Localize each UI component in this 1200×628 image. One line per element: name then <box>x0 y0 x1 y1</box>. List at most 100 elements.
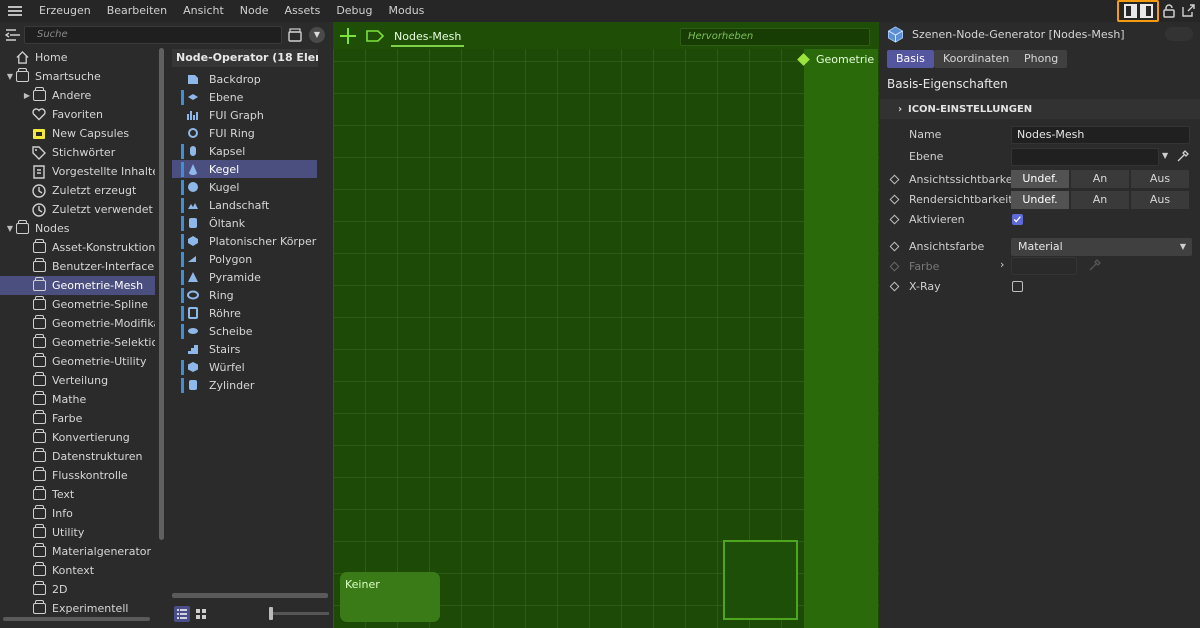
layer-field[interactable] <box>1011 148 1159 166</box>
tree-item-stichwörter[interactable]: Stichwörter <box>0 143 155 162</box>
list-view-button[interactable] <box>174 606 190 622</box>
operator-item-backdrop[interactable]: Backdrop <box>172 70 317 88</box>
hamburger-menu-icon[interactable] <box>8 6 22 16</box>
tree-item-utility[interactable]: Utility <box>0 523 155 542</box>
tree-item-geometrie-utility[interactable]: Geometrie-Utility <box>0 352 155 371</box>
expand-arrow-icon[interactable]: ▼ <box>5 224 15 233</box>
view-visibility-option-aus[interactable]: Aus <box>1131 170 1190 188</box>
operator-scrollbar[interactable] <box>172 593 328 598</box>
operator-item-kegel[interactable]: Kegel <box>172 160 317 178</box>
tree-item-2d[interactable]: 2D <box>0 580 155 599</box>
tree-horizontal-scrollbar[interactable] <box>3 617 150 621</box>
dropdown-chevron-icon[interactable]: ▼ <box>309 27 325 43</box>
tree-item-zuletzt-erzeugt[interactable]: Zuletzt erzeugt <box>0 181 155 200</box>
box-icon <box>32 334 46 349</box>
tab-nodes-mesh[interactable]: Nodes-Mesh <box>391 27 465 47</box>
color-expand-icon[interactable]: › <box>1000 258 1004 271</box>
highlight-input[interactable]: Hervorheben <box>680 28 870 46</box>
add-node-icon[interactable] <box>339 27 357 45</box>
tree-item-verteilung[interactable]: Verteilung <box>0 371 155 390</box>
tree-scrollbar[interactable] <box>159 48 164 540</box>
menu-item-debug[interactable]: Debug <box>328 0 380 22</box>
icon-size-slider[interactable] <box>271 612 329 615</box>
menu-item-erzeugen[interactable]: Erzeugen <box>31 0 99 22</box>
node-canvas[interactable] <box>333 22 879 628</box>
operator-item-fui-ring[interactable]: FUI Ring <box>172 124 317 142</box>
expand-arrow-icon[interactable]: ▼ <box>5 72 15 81</box>
empty-node[interactable]: Keiner <box>340 572 440 622</box>
tree-item-mathe[interactable]: Mathe <box>0 390 155 409</box>
activate-checkbox[interactable] <box>1012 214 1023 225</box>
tree-item-asset-konstruktion[interactable]: Asset-Konstruktion <box>0 238 155 257</box>
tree-item-favoriten[interactable]: Favoriten <box>0 105 155 124</box>
icon-settings-group[interactable]: › ICON-EINSTELLUNGEN <box>880 99 1200 119</box>
tree-item-smartsuche[interactable]: ▼ Smartsuche <box>0 67 155 86</box>
tree-item-kontext[interactable]: Kontext <box>0 561 155 580</box>
layout-toggle-button[interactable] <box>1117 0 1159 22</box>
operator-item-stairs[interactable]: Stairs <box>172 340 317 358</box>
tab-phong[interactable]: Phong <box>1015 50 1068 68</box>
tree-item-vorgestellte-inhalte[interactable]: Vorgestellte Inhalte <box>0 162 155 181</box>
operator-item-platonischer-körper[interactable]: Platonischer Körper <box>172 232 317 250</box>
tree-item-flusskontrolle[interactable]: Flusskontrolle <box>0 466 155 485</box>
operator-item-scheibe[interactable]: Scheibe <box>172 322 317 340</box>
tree-item-farbe[interactable]: Farbe <box>0 409 155 428</box>
operator-item-fui-graph[interactable]: FUI Graph <box>172 106 317 124</box>
operator-item-öltank[interactable]: Öltank <box>172 214 317 232</box>
tree-item-zuletzt-verwendet[interactable]: Zuletzt verwendet <box>0 200 155 219</box>
tree-item-geometrie-mesh[interactable]: Geometrie-Mesh <box>0 276 155 295</box>
view-visibility-option-undef[interactable]: Undef. <box>1011 170 1070 188</box>
operator-item-würfel[interactable]: Würfel <box>172 358 317 376</box>
menu-item-bearbeiten[interactable]: Bearbeiten <box>99 0 175 22</box>
layer-dropdown-icon[interactable]: ▼ <box>1162 151 1168 160</box>
tree-item-experimentell[interactable]: Experimentell <box>0 599 155 618</box>
options-pill[interactable] <box>1165 27 1193 41</box>
tree-item-konvertierung[interactable]: Konvertierung <box>0 428 155 447</box>
name-field[interactable]: Nodes-Mesh <box>1011 126 1190 144</box>
tree-item-geometrie-modifikatoren[interactable]: Geometrie-Modifikatoren <box>0 314 155 333</box>
tree-item-new-capsules[interactable]: New Capsules <box>0 124 155 143</box>
menu-item-assets[interactable]: Assets <box>277 0 329 22</box>
tree-item-home[interactable]: Home <box>0 48 155 67</box>
menu-item-modus[interactable]: Modus <box>381 0 433 22</box>
collapse-panel-icon[interactable] <box>5 28 21 42</box>
operator-item-pyramide[interactable]: Pyramide <box>172 268 317 286</box>
tree-item-andere[interactable]: ▶ Andere <box>0 86 155 105</box>
tab-basis[interactable]: Basis <box>887 50 934 68</box>
xray-checkbox[interactable] <box>1012 281 1023 292</box>
tag-icon[interactable] <box>366 30 384 42</box>
operator-item-polygon[interactable]: Polygon <box>172 250 317 268</box>
icon-size-slider-knob[interactable] <box>269 607 273 620</box>
grid-view-button[interactable] <box>193 606 209 622</box>
lock-icon[interactable] <box>1163 4 1175 18</box>
operator-item-kugel[interactable]: Kugel <box>172 178 317 196</box>
operator-item-ring[interactable]: Ring <box>172 286 317 304</box>
operator-item-zylinder[interactable]: Zylinder <box>172 376 317 394</box>
tree-item-geometrie-selektion[interactable]: Geometrie-Selektion <box>0 333 155 352</box>
tree-item-materialgenerator[interactable]: Materialgenerator <box>0 542 155 561</box>
expand-arrow-icon[interactable]: ▶ <box>22 91 32 100</box>
archive-icon[interactable] <box>287 27 303 43</box>
render-visibility-option-undef[interactable]: Undef. <box>1011 191 1070 209</box>
view-visibility-option-an[interactable]: An <box>1071 170 1130 188</box>
menu-item-node[interactable]: Node <box>232 0 277 22</box>
tree-item-benutzer-interface[interactable]: Benutzer-Interface <box>0 257 155 276</box>
tab-koordinaten[interactable]: Koordinaten <box>934 50 1019 68</box>
tree-item-info[interactable]: Info <box>0 504 155 523</box>
operator-item-kapsel[interactable]: Kapsel <box>172 142 317 160</box>
operator-item-röhre[interactable]: Röhre <box>172 304 317 322</box>
popout-icon[interactable] <box>1182 4 1195 17</box>
menu-item-ansicht[interactable]: Ansicht <box>175 0 232 22</box>
render-visibility-option-aus[interactable]: Aus <box>1131 191 1190 209</box>
operator-item-landschaft[interactable]: Landschaft <box>172 196 317 214</box>
render-visibility-option-an[interactable]: An <box>1071 191 1130 209</box>
search-input[interactable]: Suche <box>24 26 282 44</box>
tree-item-geometrie-spline[interactable]: Geometrie-Spline <box>0 295 155 314</box>
display-color-dropdown[interactable]: Material ▼ <box>1011 238 1192 256</box>
minimap[interactable] <box>723 540 798 620</box>
tree-item-text[interactable]: Text <box>0 485 155 504</box>
tree-item-datenstrukturen[interactable]: Datenstrukturen <box>0 447 155 466</box>
eyedropper-icon[interactable] <box>1176 150 1189 163</box>
tree-item-nodes[interactable]: ▼ Nodes <box>0 219 155 238</box>
operator-item-ebene[interactable]: Ebene <box>172 88 317 106</box>
